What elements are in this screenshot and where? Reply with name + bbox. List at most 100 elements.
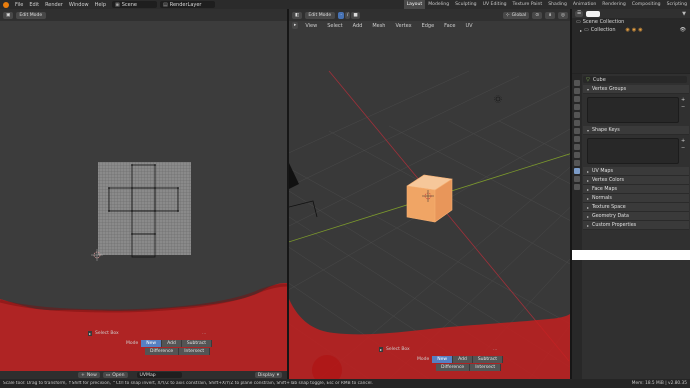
mode-new-button[interactable]: New (432, 356, 454, 363)
tab-layout[interactable]: Layout (403, 0, 426, 9)
tab-shading[interactable]: Shading (545, 0, 570, 9)
viewport-canvas[interactable] (289, 31, 570, 379)
panel-shape-keys[interactable]: ▾ Shape Keys (583, 126, 689, 135)
tab-scripting[interactable]: Scripting (664, 0, 690, 9)
menu-edge[interactable]: Edge (419, 23, 438, 29)
add-icon[interactable]: + (681, 97, 685, 103)
menu-view[interactable]: View (302, 23, 320, 29)
scene-tab-icon[interactable] (574, 112, 580, 118)
panel-vertex-colors[interactable]: ▸ Vertex Colors (583, 176, 689, 185)
panel-uv-maps[interactable]: ▸ UV Maps (583, 167, 689, 176)
vertex-select-icon[interactable]: · (338, 11, 344, 19)
particles-tab-icon[interactable] (574, 144, 580, 150)
menu-uv[interactable]: UV (462, 23, 475, 29)
blender-logo-icon[interactable] (3, 1, 9, 8)
light-icon[interactable] (494, 95, 502, 103)
panel-grip-icon[interactable]: ⋯ (493, 347, 497, 352)
panel-texture-space[interactable]: ▸ Texture Space (583, 203, 689, 212)
panel-face-maps[interactable]: ▸ Face Maps (583, 185, 689, 194)
outliner-row-collection[interactable]: ▸ ▭ Collection ◉ ◉ ◉ 👁 (572, 26, 690, 34)
camera-object[interactable] (289, 163, 318, 218)
toolbar-toggle-icon[interactable]: ▸ (292, 22, 299, 29)
scene-selector[interactable]: ▣ Scene (112, 1, 157, 8)
uv-editor-header: ▣ Edit Mode (0, 9, 287, 21)
tab-compositing[interactable]: Compositing (629, 0, 664, 9)
mode-new-button[interactable]: New (141, 340, 163, 347)
menu-vertex[interactable]: Vertex (392, 23, 414, 29)
menu-face[interactable]: Face (441, 23, 458, 29)
viewport-mode-dropdown[interactable]: Edit Mode (305, 11, 336, 19)
3d-viewport[interactable]: ◧ Edit Mode · / ■ ⊹ Global ⊙ ⋔ ◎ ▸ View … (289, 9, 570, 379)
output-tab-icon[interactable] (574, 96, 580, 102)
panel-vertex-groups[interactable]: ▾ Vertex Groups (583, 85, 689, 94)
material-tab-icon[interactable] (574, 176, 580, 182)
new-image-button[interactable]: + New (78, 372, 100, 378)
proportional-icon[interactable]: ◎ (557, 11, 568, 19)
filter-icon[interactable]: ▼ (682, 11, 686, 17)
uv-editor-type-button[interactable]: ▣ (3, 11, 14, 19)
tab-rendering[interactable]: Rendering (599, 0, 628, 9)
face-select-icon[interactable]: ■ (351, 11, 360, 19)
menu-mesh[interactable]: Mesh (369, 23, 388, 29)
panel-grip-icon[interactable]: ⋯ (202, 331, 206, 336)
menu-select[interactable]: Select (324, 23, 345, 29)
panel-collapse-icon[interactable]: ▸ (88, 331, 93, 336)
vertex-groups-list[interactable] (587, 97, 679, 123)
object-name-field[interactable]: ▽ Cube (583, 76, 687, 83)
tab-modeling[interactable]: Modeling (425, 0, 452, 9)
object-tab-icon[interactable] (574, 128, 580, 134)
panel-normals[interactable]: ▸ Normals (583, 194, 689, 203)
view-layer-tab-icon[interactable] (574, 104, 580, 110)
mode-difference-button[interactable]: Difference (145, 348, 180, 355)
modifier-tab-icon[interactable] (574, 136, 580, 142)
panel-custom-properties[interactable]: ▸ Custom Properties (583, 221, 689, 230)
world-tab-icon[interactable] (574, 120, 580, 126)
physics-tab-icon[interactable] (574, 152, 580, 158)
uv-mode-dropdown[interactable]: Edit Mode (16, 11, 47, 19)
mode-intersect-button[interactable]: Intersect (179, 348, 211, 355)
shape-keys-list[interactable] (587, 138, 679, 164)
menu-render[interactable]: Render (42, 2, 66, 8)
data-tab-icon[interactable] (574, 168, 580, 174)
mode-subtract-button[interactable]: Subtract (472, 356, 503, 363)
uvmap-field[interactable]: UVMap (136, 372, 182, 378)
tab-uv-editing[interactable]: UV Editing (480, 0, 510, 9)
view-layer-selector[interactable]: ▤ RenderLayer (160, 1, 215, 8)
editor-type-button[interactable]: ◧ (292, 11, 303, 19)
menu-help[interactable]: Help (92, 2, 109, 8)
transform-orientation-dropdown[interactable]: ⊹ Global (502, 11, 530, 19)
mode-difference-button[interactable]: Difference (436, 364, 471, 371)
mode-subtract-button[interactable]: Subtract (181, 340, 212, 347)
edge-select-icon[interactable]: / (344, 11, 351, 19)
display-dropdown[interactable]: Display ▾ (254, 372, 282, 378)
mode-intersect-button[interactable]: Intersect (470, 364, 502, 371)
open-image-button[interactable]: ▭ Open (102, 372, 128, 378)
snap-icon[interactable]: ⋔ (545, 11, 555, 19)
outliner-row-scene-collection[interactable]: ▭ Scene Collection (572, 18, 690, 26)
outliner-type-icon[interactable]: ☰ (575, 10, 584, 17)
render-tab-icon[interactable] (574, 88, 580, 94)
menu-edit[interactable]: Edit (26, 2, 42, 8)
panel-collapse-icon[interactable]: ▸ (379, 347, 384, 352)
mode-add-button[interactable]: Add (162, 340, 182, 347)
menu-window[interactable]: Window (66, 2, 92, 8)
uv-editor[interactable]: ▣ Edit Mode ▸ Select Box ⋯ Mode New Add … (0, 9, 287, 379)
remove-icon[interactable]: − (681, 104, 685, 110)
uv-canvas[interactable] (0, 21, 287, 379)
texture-tab-icon[interactable] (574, 184, 580, 190)
remove-icon[interactable]: − (681, 145, 685, 151)
add-icon[interactable]: + (681, 138, 685, 144)
mode-add-button[interactable]: Add (453, 356, 473, 363)
menu-add[interactable]: Add (350, 23, 366, 29)
tab-sculpting[interactable]: Sculpting (452, 0, 479, 9)
constraints-tab-icon[interactable] (574, 160, 580, 166)
tab-animation[interactable]: Animation (570, 0, 599, 9)
panel-geometry-data[interactable]: ▸ Geometry Data (583, 212, 689, 221)
tool-tab-icon[interactable] (574, 80, 580, 86)
outliner-search-input[interactable] (586, 10, 601, 17)
menu-file[interactable]: File (12, 2, 26, 8)
visibility-icon[interactable]: 👁 (680, 27, 686, 33)
pivot-icon[interactable]: ⊙ (532, 11, 543, 19)
tab-texture-paint[interactable]: Texture Paint (510, 0, 546, 9)
top-bar: File Edit Render Window Help ▣ Scene ▤ R… (0, 0, 690, 9)
